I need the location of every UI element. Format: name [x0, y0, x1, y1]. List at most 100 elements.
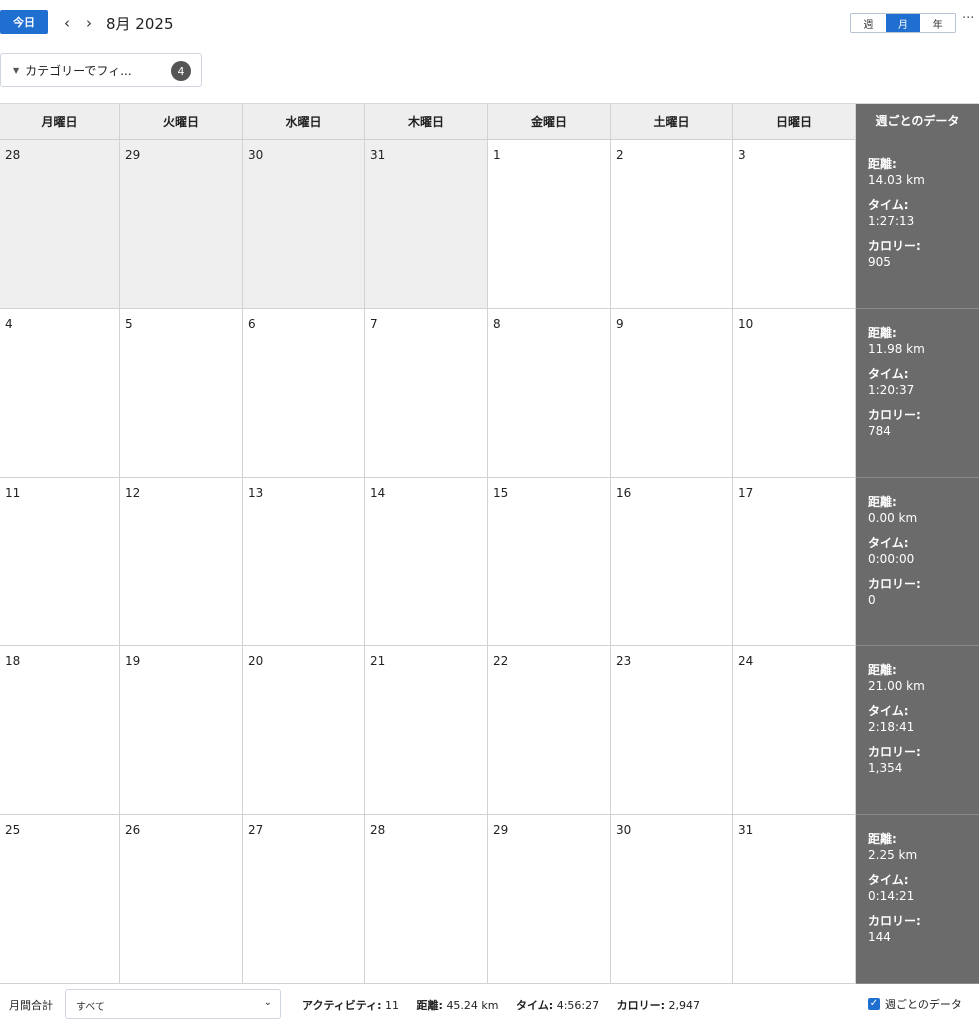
weekly-summary: 距離: 2.25 km タイム: 0:14:21 カロリー: 144	[856, 815, 979, 984]
weekly-distance-label: 距離:	[868, 326, 897, 340]
weekly-distance-value: 14.03 km	[868, 173, 925, 187]
weekly-distance-value: 2.25 km	[868, 848, 918, 862]
day-number: 24	[738, 654, 754, 668]
day-number: 8	[493, 317, 501, 331]
weekly-calories-label: カロリー:	[868, 577, 921, 591]
checkbox-checked-icon: ✓	[868, 998, 880, 1010]
day-cell[interactable]: 31	[365, 140, 488, 309]
total-time-value: 4:56:27	[556, 999, 600, 1012]
day-cell[interactable]: 13	[243, 478, 365, 646]
day-cell[interactable]: 28	[0, 140, 120, 309]
view-week-button[interactable]: 週	[851, 14, 886, 32]
next-month-icon[interactable]: ›	[86, 13, 92, 33]
day-number: 4	[5, 317, 13, 331]
day-number: 10	[738, 317, 754, 331]
day-cell[interactable]: 1	[488, 140, 611, 309]
weekly-time-value: 1:20:37	[868, 383, 915, 397]
day-cell[interactable]: 29	[488, 815, 611, 984]
monthly-total-bar: 月間合計 すべて ⌄ アクティビティ: 11 距離: 45.24 km タイム:…	[0, 984, 979, 1024]
day-cell[interactable]: 29	[120, 140, 243, 309]
weekly-calories-label: カロリー:	[868, 745, 921, 759]
day-number: 11	[5, 486, 21, 500]
weekly-distance-value: 11.98 km	[868, 342, 925, 356]
day-cell[interactable]: 4	[0, 309, 120, 478]
weekly-time-value: 0:00:00	[868, 552, 915, 566]
day-cell[interactable]: 18	[0, 646, 120, 815]
day-cell[interactable]: 12	[120, 478, 243, 646]
weekly-calories-value: 905	[868, 255, 891, 269]
day-cell[interactable]: 26	[120, 815, 243, 984]
weekly-data-label: 週ごとのデータ	[885, 998, 962, 1011]
day-cell[interactable]: 25	[0, 815, 120, 984]
calendar-toolbar: 今日 ‹ › 8月 2025 週 月 年 ···	[0, 0, 979, 48]
category-filter-button[interactable]: ▼ カテゴリーでフィ... 4	[0, 53, 202, 87]
day-number: 26	[125, 823, 141, 837]
day-cell[interactable]: 30	[611, 815, 733, 984]
day-cell[interactable]: 24	[733, 646, 856, 815]
day-cell[interactable]: 30	[243, 140, 365, 309]
day-cell[interactable]: 14	[365, 478, 488, 646]
prev-month-icon[interactable]: ‹	[64, 13, 70, 33]
view-month-button[interactable]: 月	[885, 14, 921, 32]
day-cell[interactable]: 6	[243, 309, 365, 478]
day-number: 21	[370, 654, 386, 668]
day-cell[interactable]: 20	[243, 646, 365, 815]
day-cell[interactable]: 31	[733, 815, 856, 984]
total-calories-label: カロリー:	[616, 999, 666, 1012]
activities-value: 11	[385, 999, 400, 1012]
day-number: 28	[5, 148, 21, 162]
weekly-distance-value: 0.00 km	[868, 511, 918, 525]
day-number: 13	[248, 486, 264, 500]
weekly-time-value: 0:14:21	[868, 889, 915, 903]
filter-count-badge: 4	[171, 61, 191, 81]
weekday-header-thu: 木曜日	[365, 103, 488, 140]
day-cell[interactable]: 23	[611, 646, 733, 815]
day-cell[interactable]: 16	[611, 478, 733, 646]
day-cell[interactable]: 3	[733, 140, 856, 309]
weekly-distance-label: 距離:	[868, 832, 897, 846]
day-number: 31	[370, 148, 386, 162]
day-number: 20	[248, 654, 264, 668]
weekly-data-checkbox[interactable]: ✓ 週ごとのデータ	[868, 996, 962, 1012]
day-number: 14	[370, 486, 386, 500]
day-cell[interactable]: 11	[0, 478, 120, 646]
weekly-calories-value: 784	[868, 424, 891, 438]
day-cell[interactable]: 7	[365, 309, 488, 478]
day-cell[interactable]: 19	[120, 646, 243, 815]
weekly-summary: 距離: 21.00 km タイム: 2:18:41 カロリー: 1,354	[856, 646, 979, 815]
weekday-header-sat: 土曜日	[611, 103, 733, 140]
day-number: 23	[616, 654, 632, 668]
weekday-header-tue: 火曜日	[120, 103, 243, 140]
weekly-time-value: 1:27:13	[868, 214, 915, 228]
day-number: 6	[248, 317, 256, 331]
weekly-time-label: タイム:	[868, 536, 909, 550]
day-cell[interactable]: 8	[488, 309, 611, 478]
day-cell[interactable]: 15	[488, 478, 611, 646]
weekly-distance-label: 距離:	[868, 663, 897, 677]
day-cell[interactable]: 2	[611, 140, 733, 309]
day-number: 2	[616, 148, 624, 162]
weekly-summary: 距離: 14.03 km タイム: 1:27:13 カロリー: 905	[856, 140, 979, 309]
activity-type-select[interactable]: すべて ⌄	[65, 989, 281, 1019]
day-cell[interactable]: 28	[365, 815, 488, 984]
total-calories-value: 2,947	[668, 999, 701, 1012]
today-button[interactable]: 今日	[0, 10, 48, 34]
more-options-icon[interactable]: ···	[962, 11, 974, 26]
day-cell[interactable]: 10	[733, 309, 856, 478]
view-year-button[interactable]: 年	[920, 14, 955, 32]
weekly-calories-value: 0	[868, 593, 876, 607]
weekly-time-label: タイム:	[868, 704, 909, 718]
day-cell[interactable]: 27	[243, 815, 365, 984]
day-number: 9	[616, 317, 624, 331]
category-filter-label: カテゴリーでフィ...	[25, 63, 132, 78]
weekly-calories-label: カロリー:	[868, 239, 921, 253]
weekly-calories-value: 144	[868, 930, 891, 944]
total-time-label: タイム:	[516, 999, 554, 1012]
day-cell[interactable]: 5	[120, 309, 243, 478]
day-cell[interactable]: 22	[488, 646, 611, 815]
day-cell[interactable]: 17	[733, 478, 856, 646]
day-cell[interactable]: 9	[611, 309, 733, 478]
weekly-summary: 距離: 11.98 km タイム: 1:20:37 カロリー: 784	[856, 309, 979, 478]
day-cell[interactable]: 21	[365, 646, 488, 815]
activity-type-select-value: すべて	[76, 1002, 105, 1013]
